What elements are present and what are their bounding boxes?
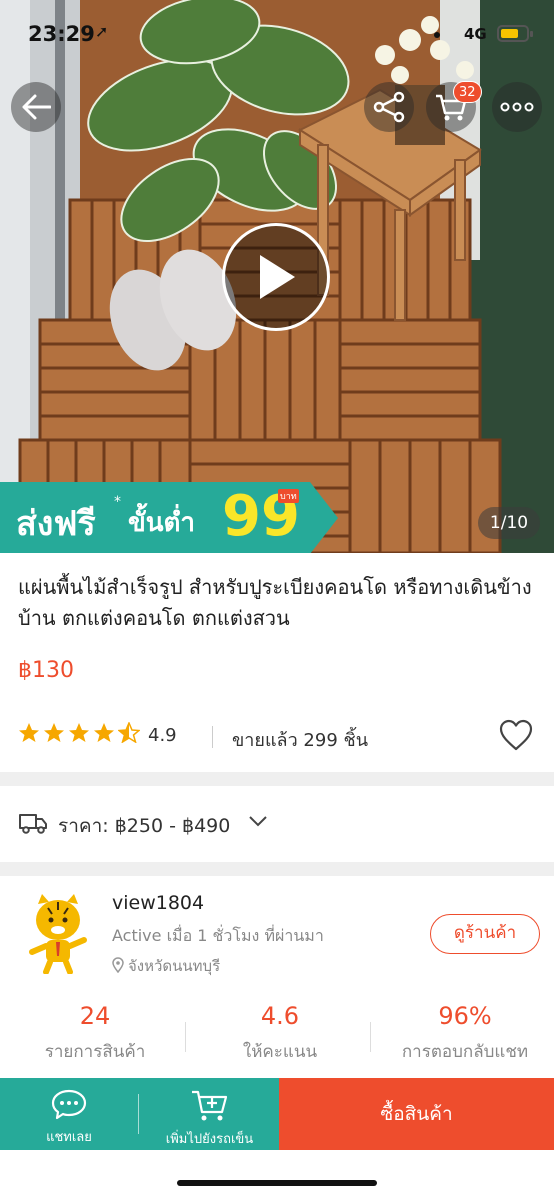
product-title: แผ่นพื้นไม้สำเร็จรูป สำหรับปูระเบียงคอนโ… [18, 575, 532, 630]
battery-icon [497, 25, 533, 42]
variation-row[interactable]: ราคา: ฿250 - ฿490 [0, 786, 554, 862]
free-shipping-banner: ส่งฟรี * ขั้นต่ำ 99 บาท [0, 482, 340, 553]
section-divider [0, 862, 554, 876]
play-icon [260, 255, 295, 299]
stat-value: 96% [438, 1002, 492, 1030]
shop-section: view1804 Active เมื่อ 1 ชั่วโมง ที่ผ่านม… [0, 876, 554, 1076]
product-media[interactable]: 23:29 ➚ 4G 32 ส่งฟรี * ขั้นต่ำ 99 บาท 1/… [0, 0, 554, 553]
sold-count: ขายแล้ว 299 ชิ้น [232, 730, 369, 751]
location-pin-icon [112, 957, 124, 973]
price-range: ราคา: ฿250 - ฿490 [58, 815, 231, 837]
star-icon [69, 723, 89, 742]
location-arrow-icon: ➚ [95, 22, 109, 41]
divider [185, 1022, 186, 1052]
star-icon [94, 723, 114, 742]
chevron-down-icon [249, 816, 267, 827]
rating-row: 4.9 ขายแล้ว 299 ชิ้น [18, 718, 538, 754]
star-icon [19, 723, 39, 742]
cart-count-badge: 32 [453, 81, 482, 103]
shop-avatar[interactable] [22, 890, 94, 974]
back-arrow-icon [22, 94, 51, 120]
truck-icon [19, 814, 47, 834]
shop-active-status: Active เมื่อ 1 ชั่วโมง ที่ผ่านมา [112, 926, 324, 945]
shop-location: จังหวัดนนทบุรี [112, 954, 220, 978]
status-time: 23:29 [28, 22, 95, 46]
chat-bubble-icon [51, 1089, 87, 1120]
shop-location-label: จังหวัดนนทบุรี [128, 957, 221, 975]
divider [138, 1094, 139, 1134]
chat-label: แชทเลย [46, 1130, 92, 1145]
status-bar: 23:29 ➚ 4G [0, 0, 554, 62]
promo-free-shipping: ส่งฟรี [16, 504, 96, 544]
shop-stat-rating: 4.6 ให้คะแนน [195, 1002, 365, 1065]
stat-label: รายการสินค้า [44, 1042, 146, 1062]
product-price: ฿130 [18, 658, 74, 683]
promo-min-label: ขั้นต่ำ [128, 508, 196, 538]
half-star-icon [118, 722, 140, 743]
play-video-button[interactable] [222, 223, 330, 331]
stat-value: 24 [79, 1002, 111, 1030]
shop-stat-chat-response: 96% การตอบกลับแชท [380, 1002, 550, 1065]
home-indicator [177, 1180, 377, 1186]
stat-label: การตอบกลับแชท [401, 1042, 529, 1062]
promo-asterisk: * [114, 494, 121, 510]
chat-button[interactable]: แชทเลย [0, 1078, 138, 1150]
back-button[interactable] [11, 82, 61, 132]
divider [370, 1022, 371, 1052]
share-icon [373, 91, 405, 123]
more-button[interactable] [492, 82, 542, 132]
add-cart-icon [191, 1090, 227, 1121]
promo-unit: บาท [278, 489, 299, 503]
bottom-action-bar: แชทเลย เพิ่มไปยังรถเข็น ซื้อสินค้า [0, 1078, 554, 1150]
network-type: 4G [464, 25, 487, 43]
star-icon [44, 723, 64, 742]
add-to-cart-button[interactable]: เพิ่มไปยังรถเข็น [140, 1078, 279, 1150]
shop-stat-products: 24 รายการสินค้า [10, 1002, 180, 1065]
buy-now-button[interactable]: ซื้อสินค้า [279, 1078, 554, 1150]
more-icon [500, 102, 534, 112]
share-button[interactable] [364, 82, 414, 132]
rating-value: 4.9 [148, 725, 177, 746]
stat-label: ให้คะแนน [242, 1042, 318, 1062]
signal-icon [434, 32, 440, 38]
section-divider [0, 772, 554, 786]
favorite-heart-icon[interactable] [498, 718, 534, 752]
add-to-cart-label: เพิ่มไปยังรถเข็น [165, 1132, 254, 1147]
shop-name[interactable]: view1804 [112, 892, 204, 914]
image-counter: 1/10 [478, 507, 540, 539]
view-shop-button[interactable]: ดูร้านค้า [430, 914, 540, 954]
rating-stars [18, 722, 140, 743]
divider [212, 726, 213, 748]
stat-value: 4.6 [260, 1002, 300, 1030]
